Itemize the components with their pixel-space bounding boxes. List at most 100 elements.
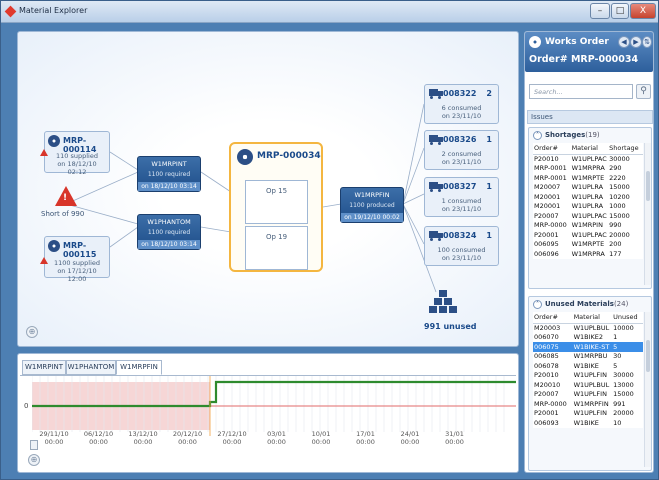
refresh-icon[interactable]: ⇅ (642, 36, 652, 48)
shortages-table: Order# Material Shortage P20010 W1UPLPAC 3… (533, 143, 643, 259)
zoom-icon[interactable]: ⊕ (28, 454, 40, 466)
table-row[interactable]: 006095 W1MRPTE 200 (533, 240, 643, 250)
consumer-node-008322[interactable]: 008322 2 6 consumed on 23/11/10 (424, 84, 499, 124)
table-row[interactable]: M20007 W1UPLRA 15000 (533, 183, 643, 193)
collapse-icon[interactable]: ˄ (533, 300, 542, 309)
table-cell: MRP-0000 (534, 221, 567, 230)
table-cell: W1BIKE (573, 418, 599, 427)
tick-time: 00:00 (133, 438, 153, 446)
tab-w1mrpfin[interactable]: W1MRPFIN (116, 360, 162, 375)
forward-icon[interactable]: ▶ (630, 36, 642, 48)
table-cell: M20001 (534, 192, 561, 201)
table-row[interactable]: P20010 W1UPLPAC 30000 (533, 154, 643, 164)
table-row[interactable]: MRP-0001 W1MRPRA 290 (533, 164, 643, 174)
works-order-node[interactable]: MRP-000034 Op 15 Op 19 (229, 142, 323, 272)
app-window: Material Explorer – □ X MRP-000114 110 s… (0, 0, 659, 480)
x-tick-label: 03/01 00:00 (255, 430, 299, 446)
supply-node-mrp-000114[interactable]: MRP-000114 110 supplied on 18/12/10 02:1… (44, 131, 110, 176)
operation-op-19[interactable]: Op 19 (245, 226, 308, 270)
maximize-button[interactable]: □ (611, 3, 629, 19)
unused-materials-section: ˄ Unused Materials(24) Order# Material U… (528, 296, 652, 471)
table-row[interactable]: M20010 W1UPLBUL 13000 (533, 380, 643, 390)
column-header[interactable]: Unused (612, 312, 643, 324)
table-row[interactable]: P20001 W1UPLFIN 20000 (533, 409, 643, 419)
table-row[interactable]: 006075 W1BIKE-ST 5 (533, 342, 643, 352)
material-graph-panel: MRP-000114 110 supplied on 18/12/10 02:1… (17, 31, 519, 347)
column-header[interactable]: Order# (533, 143, 571, 155)
y-axis-label: 0 (24, 402, 29, 410)
close-button[interactable]: X (630, 3, 656, 19)
back-icon[interactable]: ◀ (618, 36, 630, 48)
table-cell: 5 (613, 361, 618, 370)
consumer-node-008326[interactable]: 008326 1 2 consumed on 23/11/10 (424, 130, 499, 170)
scrollbar[interactable] (644, 143, 651, 285)
column-header[interactable]: Material (570, 143, 609, 155)
consumer-node-008327[interactable]: 008327 1 1 consumed on 23/11/10 (424, 177, 499, 217)
x-tick-label: 06/12/10 00:00 (77, 430, 121, 446)
table-row[interactable]: 006093 W1BIKE 10 (533, 418, 643, 428)
collapse-icon[interactable]: ˄ (533, 131, 542, 140)
minimize-button[interactable]: – (590, 3, 610, 19)
table-row[interactable]: MRP-0001 W1MRPTE 2220 (533, 173, 643, 183)
table-row[interactable]: MRP-0000 W1MRPFIN 991 (533, 399, 643, 409)
table-cell: W1MRPTE (571, 173, 605, 182)
table-row[interactable]: P20007 W1UPLPAC 15000 (533, 211, 643, 221)
consumer-qty: 2 consumed (441, 150, 482, 158)
table-cell: 006070 (534, 333, 559, 342)
consumer-node-008324[interactable]: 008324 1 100 consumed on 23/11/10 (424, 226, 499, 266)
search-icon[interactable]: ⚲ (636, 84, 651, 99)
unused-header: Unused Materials(24) (545, 300, 628, 308)
operation-op-15[interactable]: Op 15 (245, 180, 308, 224)
table-cell: W1BIKE (573, 361, 599, 370)
supply-id: MRP-000115 (63, 241, 97, 259)
gear-icon (529, 36, 541, 48)
tick-date: 29/11/10 (39, 430, 69, 438)
tick-date: 17/01 (356, 430, 375, 438)
scrollbar-thumb[interactable] (646, 171, 650, 201)
requirement-node-w1mrpint[interactable]: W1MRPINT 1100 required on 18/12/10 03:14 (137, 156, 201, 192)
column-header[interactable]: Order# (533, 312, 573, 324)
table-cell: P20001 (534, 409, 559, 418)
tick-time: 00:00 (44, 438, 64, 446)
scrollbar[interactable] (644, 312, 651, 467)
gear-icon (237, 149, 253, 165)
table-row[interactable]: M20003 W1UPLBUL 10000 (533, 323, 643, 333)
table-row[interactable]: 006070 W1BIKE2 1 (533, 333, 643, 343)
table-cell: 13000 (613, 380, 634, 389)
shortage-label: Short of 990 (41, 210, 85, 218)
tab-w1mrpint[interactable]: W1MRPINT (22, 360, 66, 375)
table-row[interactable]: P20010 W1UPLFIN 30000 (533, 371, 643, 381)
pallet-icon (429, 290, 459, 316)
table-cell: W1BIKE-ST (572, 342, 613, 352)
table-row[interactable]: P20001 W1UPLPAC 20000 (533, 230, 643, 240)
zoom-icon[interactable]: ⊕ (26, 326, 38, 338)
tab-w1phantom[interactable]: W1PHANTOM (66, 360, 116, 375)
supply-qty: 1100 supplied (53, 259, 101, 267)
table-cell: W1MRPIN (571, 221, 603, 230)
table-row[interactable]: 006096 W1MRPRA 177 (533, 249, 643, 259)
table-row[interactable]: 006078 W1BIKE 5 (533, 361, 643, 371)
table-cell: W1UPLPAC (571, 155, 607, 163)
search-input[interactable]: Search... (529, 84, 633, 99)
table-row[interactable]: 006085 W1MRPBU 30 (533, 352, 643, 362)
table-cell: P20010 (534, 155, 559, 163)
table-row[interactable]: P20007 W1UPLFIN 15000 (533, 390, 643, 400)
consumer-qty: 100 consumed (437, 246, 486, 254)
column-header[interactable]: Shortage (608, 143, 643, 155)
stock-timeline-panel: W1MRPINT W1PHANTOM W1MRPFIN 0 29/11/10 00… (17, 353, 519, 473)
tick-time: 00:00 (267, 438, 286, 446)
table-row[interactable]: M20001 W1UPLRA 1000 (533, 202, 643, 212)
table-row[interactable]: M20001 W1UPLRA 10200 (533, 192, 643, 202)
x-tick-label: 20/12/10 00:00 (166, 430, 210, 446)
shortages-count: (19) (585, 131, 600, 139)
scrollbar-thumb[interactable] (646, 340, 650, 372)
consumer-date: on 23/11/10 (441, 112, 482, 120)
supply-node-mrp-000115[interactable]: MRP-000115 1100 supplied on 17/12/10 12:… (44, 236, 110, 283)
column-header[interactable]: Material (572, 312, 613, 324)
table-row[interactable]: MRP-0000 W1MRPIN 990 (533, 221, 643, 231)
requirement-node-w1phantom[interactable]: W1PHANTOM 1100 required on 18/12/10 03:1… (137, 214, 201, 250)
consumer-qty: 6 consumed (441, 104, 482, 112)
table-view-icon[interactable] (30, 440, 38, 450)
table-cell: W1MRPBU (573, 352, 608, 361)
produced-node-w1mrpfin[interactable]: W1MRPFIN 1100 produced on 19/12/10 00:02 (340, 187, 404, 223)
